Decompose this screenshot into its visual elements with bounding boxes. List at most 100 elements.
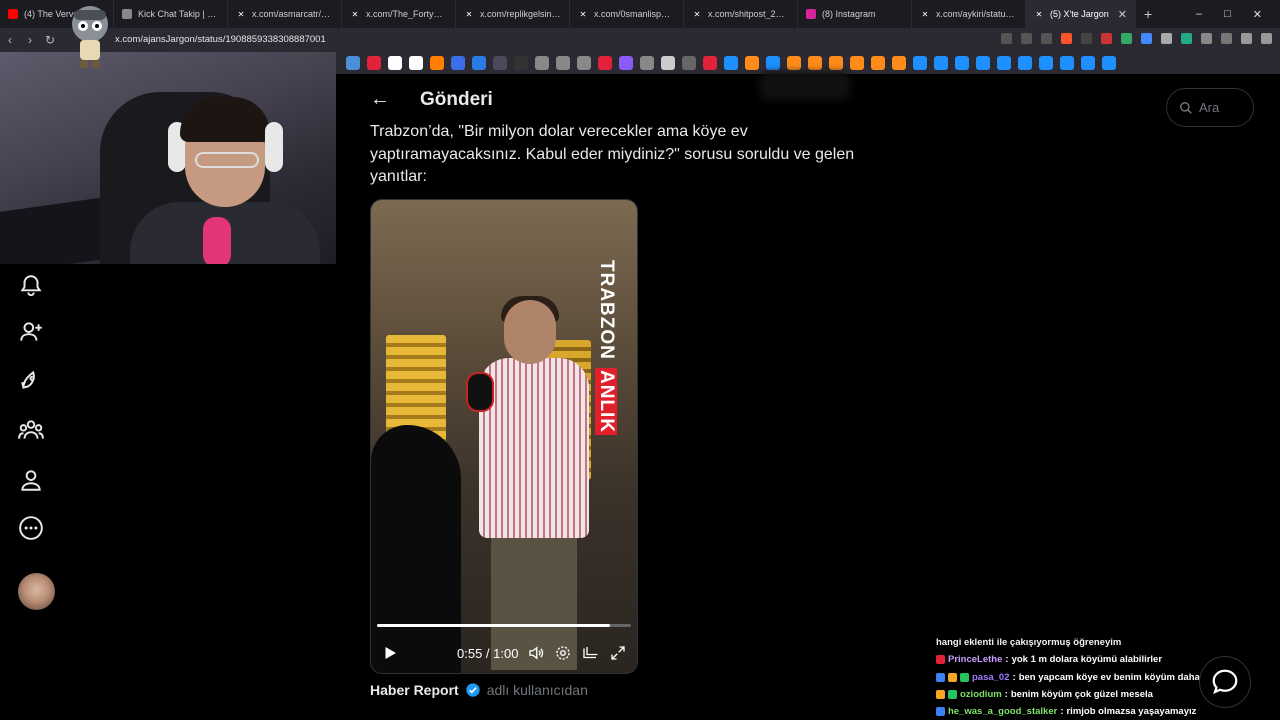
x-icon: ✕ — [351, 9, 359, 19]
bookmark-icon[interactable] — [472, 56, 486, 70]
back-nav-icon[interactable]: ‹ — [0, 33, 20, 47]
extension-icon[interactable] — [1181, 33, 1192, 44]
bookmark-icon[interactable] — [850, 56, 864, 70]
bookmark-icon[interactable] — [640, 56, 654, 70]
bookmark-icon[interactable] — [346, 56, 360, 70]
bookmark-icon[interactable] — [682, 56, 696, 70]
bookmark-icon[interactable] — [955, 56, 969, 70]
bookmark-icon[interactable] — [619, 56, 633, 70]
bookmark-icon[interactable] — [430, 56, 444, 70]
messages-button[interactable] — [1199, 656, 1251, 708]
browser-tab[interactable]: (8) Instagram — [798, 0, 912, 28]
x-icon: ✕ — [237, 9, 245, 19]
bookmark-icon[interactable] — [451, 56, 465, 70]
browser-tab[interactable]: ✕ x.com/0smanlisporFK/ — [570, 0, 684, 28]
extension-icon[interactable] — [1081, 33, 1092, 44]
forward-nav-icon[interactable]: › — [20, 33, 40, 47]
reload-icon[interactable]: ↻ — [40, 33, 60, 47]
bookmark-icon[interactable] — [997, 56, 1011, 70]
instagram-icon — [806, 9, 816, 19]
extension-icon[interactable] — [1101, 33, 1112, 44]
browser-tab[interactable]: ✕ x.com/shitpost_2077/st — [684, 0, 798, 28]
browser-tab[interactable]: ✕ x.com/aykiri/status/20 — [912, 0, 1026, 28]
search-input[interactable]: Ara — [1166, 88, 1254, 127]
zoom-icon[interactable] — [1021, 33, 1032, 44]
source-suffix: adlı kullanıcıdan — [486, 682, 588, 698]
browser-tab[interactable]: ✕ x.com/asmarcatr/statu — [228, 0, 342, 28]
chat-message: PrinceLethe: yok 1 m dolara köyümü alabil… — [936, 651, 1236, 668]
blurred-region — [760, 72, 850, 100]
bookmark-icon[interactable] — [934, 56, 948, 70]
bookmark-icon[interactable] — [892, 56, 906, 70]
chat-message: he_was_a_good_stalker: rimjob olmazsa yaş… — [936, 703, 1236, 720]
avatar[interactable] — [18, 573, 55, 610]
browser-tab[interactable]: ✕ x.com/replikgelsin/stat — [456, 0, 570, 28]
bookmark-icon[interactable] — [535, 56, 549, 70]
bookmark-icon[interactable] — [661, 56, 675, 70]
bookmark-icon[interactable] — [829, 56, 843, 70]
volume-icon[interactable] — [527, 644, 545, 662]
share-icon[interactable] — [1041, 33, 1052, 44]
browser-tab[interactable]: ✕ (5) X'te Jargon ✕ — [1026, 0, 1136, 28]
bookmark-icon[interactable] — [1060, 56, 1074, 70]
menu-icon[interactable] — [1261, 33, 1272, 44]
bookmark-icon[interactable] — [976, 56, 990, 70]
add-user-icon[interactable] — [18, 319, 44, 345]
chat-badge-icon — [936, 672, 945, 682]
puzzle-icon[interactable] — [1201, 33, 1212, 44]
bookmark-icon[interactable] — [1081, 56, 1095, 70]
chat-message: hangi eklenti ile çakışıyormuş öğreneyim — [936, 637, 1122, 648]
profile-icon[interactable] — [18, 467, 44, 493]
minimize-icon[interactable]: – — [1196, 8, 1202, 21]
bookmark-icon[interactable] — [577, 56, 591, 70]
communities-icon[interactable] — [18, 417, 44, 443]
x-icon: ✕ — [465, 9, 473, 19]
bookmark-icon[interactable] — [367, 56, 381, 70]
bookmark-icon[interactable] — [787, 56, 801, 70]
extension-icon[interactable] — [1141, 33, 1152, 44]
sidebar-toggle-icon[interactable] — [1221, 33, 1232, 44]
maximize-icon[interactable]: □ — [1224, 8, 1231, 21]
bookmark-icon[interactable] — [1018, 56, 1032, 70]
more-icon[interactable] — [18, 515, 44, 541]
bookmark-icon[interactable] — [409, 56, 423, 70]
url-field[interactable]: x.com/ajansJargon/status/190885933830888… — [115, 34, 326, 45]
video-progress-bar[interactable] — [377, 624, 631, 627]
media-icon[interactable] — [1241, 33, 1252, 44]
close-window-icon[interactable]: ✕ — [1253, 8, 1262, 21]
fullscreen-icon[interactable] — [609, 644, 627, 662]
bookmark-icon[interactable] — [871, 56, 885, 70]
back-arrow-icon[interactable]: ← — [370, 88, 390, 111]
settings-gear-icon[interactable] — [554, 644, 572, 662]
rocket-icon[interactable] — [18, 367, 44, 393]
browser-tab[interactable]: ✕ x.com/The_Forty_Four — [342, 0, 456, 28]
bookmark-icon[interactable] — [913, 56, 927, 70]
bookmark-icon[interactable] — [766, 56, 780, 70]
browser-tab[interactable]: Kick Chat Takip | Wich — [114, 0, 228, 28]
chat-text: benim köyüm çok güzel mesela — [1010, 688, 1153, 700]
bookmark-icon[interactable] — [1039, 56, 1053, 70]
bell-icon[interactable] — [18, 273, 44, 299]
close-tab-icon[interactable]: ✕ — [1118, 8, 1127, 21]
bookmark-icon[interactable] — [388, 56, 402, 70]
source-name[interactable]: Haber Report — [370, 682, 459, 698]
new-tab-button[interactable]: + — [1136, 6, 1160, 22]
bookmark-icon[interactable] — [808, 56, 822, 70]
bookmark-icon[interactable] — [745, 56, 759, 70]
bookmark-icon[interactable] — [514, 56, 528, 70]
extension-icon[interactable] — [1121, 33, 1132, 44]
bookmark-icon[interactable] — [1102, 56, 1116, 70]
bookmarks-bar — [336, 52, 1280, 74]
cast-icon[interactable] — [1001, 33, 1012, 44]
bookmark-icon[interactable] — [598, 56, 612, 70]
extension-icon[interactable] — [1161, 33, 1172, 44]
bookmark-icon[interactable] — [493, 56, 507, 70]
bookmark-icon[interactable] — [556, 56, 570, 70]
bookmark-icon[interactable] — [703, 56, 717, 70]
bookmark-icon[interactable] — [724, 56, 738, 70]
play-icon[interactable] — [381, 644, 399, 662]
search-icon — [1180, 101, 1192, 114]
brave-shield-icon[interactable] — [1061, 33, 1072, 44]
video-player[interactable]: TRABZON ANLIK 0:55 / 1:00 — [370, 199, 638, 674]
pip-icon[interactable] — [581, 644, 599, 662]
